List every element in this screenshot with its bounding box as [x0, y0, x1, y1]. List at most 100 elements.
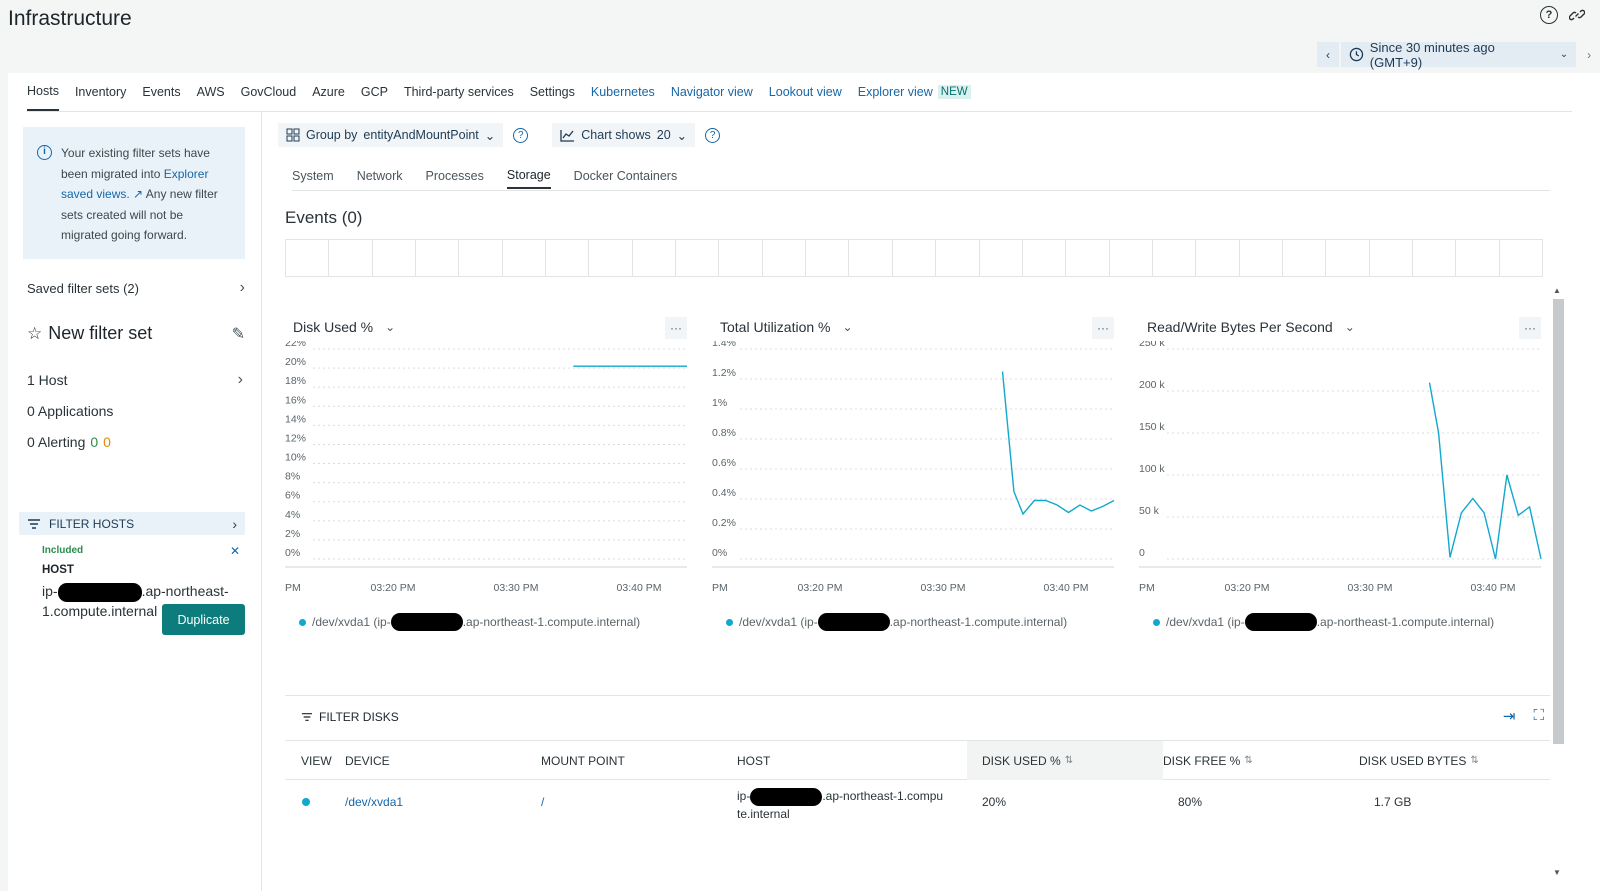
- saved-filter-sets[interactable]: Saved filter sets (2) ›: [27, 279, 245, 297]
- tab-storage[interactable]: Storage: [506, 162, 551, 189]
- filter-hosts-label: FILTER HOSTS: [49, 516, 135, 531]
- metric-tabs-divider: [292, 190, 1550, 191]
- row-view-cell[interactable]: [302, 780, 310, 824]
- chart-title[interactable]: Total Utilization % ⌄: [720, 319, 853, 335]
- time-prev-button[interactable]: ‹: [1317, 42, 1339, 67]
- tab-network[interactable]: Network: [357, 162, 403, 189]
- nav-tab-events[interactable]: Events: [142, 73, 180, 111]
- star-icon[interactable]: ☆: [27, 324, 42, 344]
- y-tick-label: 22%: [285, 341, 306, 349]
- chart-shows-selector[interactable]: Chart shows 20 ⌄: [552, 123, 696, 147]
- new-badge: NEW: [937, 85, 971, 99]
- chart-legend[interactable]: /dev/xvda1 (ip- .ap-northeast-1.compute.i…: [726, 613, 1067, 631]
- link-icon[interactable]: [1568, 6, 1586, 24]
- group-by-help-icon[interactable]: ?: [513, 127, 529, 143]
- nav-tab-hosts[interactable]: Hosts: [27, 73, 59, 111]
- column-header-device: DEVICE: [345, 753, 390, 768]
- main-panel: Hosts Inventory Events AWS GovCloud Azure GCP T…: [8, 73, 1600, 891]
- chart-legend[interactable]: /dev/xvda1 (ip- .ap-northeast-1.compute.i…: [1153, 613, 1494, 631]
- filter-disks-button[interactable]: FILTER DISKS: [301, 710, 399, 724]
- chart-legend[interactable]: /dev/xvda1 (ip- .ap-northeast-1.compute.i…: [299, 613, 640, 631]
- filter-hosts-button[interactable]: FILTER HOSTS ›: [19, 512, 245, 535]
- chart-title[interactable]: Read/Write Bytes Per Second ⌄: [1147, 319, 1355, 335]
- x-tick-label: 03:20 PM: [371, 582, 416, 594]
- help-icon[interactable]: ?: [1540, 6, 1558, 24]
- x-tick-label: PM: [285, 582, 301, 594]
- events-cell: [1500, 240, 1542, 276]
- column-header-disk-free-[interactable]: DISK FREE % ⇅: [1163, 741, 1359, 780]
- column-header-disk-used-bytes[interactable]: DISK USED BYTES ⇅: [1359, 741, 1539, 780]
- chevron-down-icon: ⌄: [842, 320, 853, 334]
- y-tick-label: 18%: [285, 375, 306, 387]
- scroll-down-icon[interactable]: ▼: [1553, 868, 1561, 877]
- nav-tab-third-party-services[interactable]: Third-party services: [404, 73, 514, 111]
- nav-tab-azure[interactable]: Azure: [312, 73, 345, 111]
- export-icon[interactable]: ⇥: [1503, 707, 1516, 725]
- events-cell: [936, 240, 980, 276]
- alerting-critical-count: 0: [90, 434, 99, 450]
- chart-shows-help-icon[interactable]: ?: [705, 127, 721, 143]
- group-by-selector[interactable]: Group by entityAndMountPoint ⌄: [278, 123, 504, 147]
- content-scrollbar[interactable]: ▲ ▼: [1551, 286, 1565, 877]
- time-next-button[interactable]: ›: [1578, 42, 1600, 67]
- metric-tabs: System Network Processes Storage Docker Cont…: [292, 162, 677, 189]
- tab-processes[interactable]: Processes: [426, 162, 484, 189]
- column-header-view: VIEW: [301, 753, 332, 768]
- time-range-label: Since 30 minutes ago (GMT+9): [1369, 39, 1495, 70]
- nav-tab-explorer-view[interactable]: Explorer view NEW: [858, 73, 971, 111]
- chart-menu-button[interactable]: ···: [1519, 317, 1541, 339]
- sort-icon: ⇅: [1470, 755, 1479, 766]
- pencil-icon[interactable]: ✎: [232, 324, 245, 344]
- chart-card-1: Total Utilization % ⌄ ··· 1.4% 1.2% 1% 0.8% 0.6…: [712, 311, 1124, 701]
- chart-menu-button[interactable]: ···: [1092, 317, 1114, 339]
- chevron-down-icon: ⌄: [676, 128, 688, 143]
- tab-docker-containers[interactable]: Docker Containers: [574, 162, 678, 189]
- events-cell: [1066, 240, 1110, 276]
- nav-tab-settings[interactable]: Settings: [530, 73, 575, 111]
- x-tick-label: 03:40 PM: [1044, 582, 1089, 594]
- disk-used-cell: 20%: [982, 795, 1007, 809]
- legend-label: /dev/xvda1 (ip-: [739, 615, 818, 629]
- chart-card-2: Read/Write Bytes Per Second ⌄ ··· 250 k 200 …: [1139, 311, 1551, 701]
- chart-card-0: Disk Used % ⌄ ··· 22% 20% 18% 16% 14% 12% 10% 8% 6%…: [285, 311, 697, 701]
- clock-icon: [1349, 47, 1364, 62]
- filter-icon: [302, 713, 312, 721]
- nav-tab-gcp[interactable]: GCP: [361, 73, 388, 111]
- scroll-up-icon[interactable]: ▲: [1553, 286, 1561, 295]
- column-header-disk-used-[interactable]: DISK USED % ⇅: [967, 741, 1163, 780]
- close-icon[interactable]: ✕: [230, 544, 240, 558]
- x-tick-label: PM: [712, 582, 728, 594]
- events-cell: [546, 240, 590, 276]
- events-timeline: [285, 239, 1543, 277]
- nav-tab-govcloud[interactable]: GovCloud: [241, 73, 297, 111]
- scroll-thumb[interactable]: [1553, 299, 1564, 744]
- nav-tab-lookout-view[interactable]: Lookout view: [769, 73, 842, 111]
- table-row[interactable]: /dev/xvda1 / ip- .ap-northeast-1.compu te.…: [285, 780, 1550, 824]
- fullscreen-icon[interactable]: ⛶: [1533, 707, 1544, 725]
- duplicate-button[interactable]: Duplicate: [162, 604, 245, 635]
- y-tick-label: 1.4%: [712, 341, 736, 349]
- events-cell: [1153, 240, 1197, 276]
- events-cell: [806, 240, 850, 276]
- events-cell: [719, 240, 763, 276]
- chart-menu-button[interactable]: ···: [665, 317, 687, 339]
- nav-tab-kubernetes[interactable]: Kubernetes: [591, 73, 655, 111]
- events-cell: [1456, 240, 1500, 276]
- nav-tab-inventory[interactable]: Inventory: [75, 73, 126, 111]
- device-link[interactable]: /dev/xvda1: [345, 780, 403, 824]
- series-line[interactable]: [1001, 371, 1115, 516]
- series-line[interactable]: [1428, 382, 1542, 560]
- chart-title[interactable]: Disk Used % ⌄: [293, 319, 395, 335]
- mount-point-link[interactable]: /: [541, 780, 544, 824]
- y-tick-label: 10%: [285, 452, 306, 464]
- hosts-count-row[interactable]: 1 Host ›: [27, 371, 243, 389]
- applications-count-row: 0 Applications: [27, 403, 243, 419]
- y-tick-label: 250 k: [1139, 341, 1165, 349]
- events-cell: [676, 240, 720, 276]
- time-range-selector[interactable]: Since 30 minutes ago (GMT+9) ⌄: [1340, 39, 1577, 70]
- nav-tab-aws[interactable]: AWS: [197, 73, 225, 111]
- new-filter-set: ☆ New filter set ✎: [27, 323, 245, 344]
- nav-tab-navigator-view[interactable]: Navigator view: [671, 73, 753, 111]
- tab-system[interactable]: System: [292, 162, 334, 189]
- column-header-mount-point: MOUNT POINT: [541, 753, 625, 768]
